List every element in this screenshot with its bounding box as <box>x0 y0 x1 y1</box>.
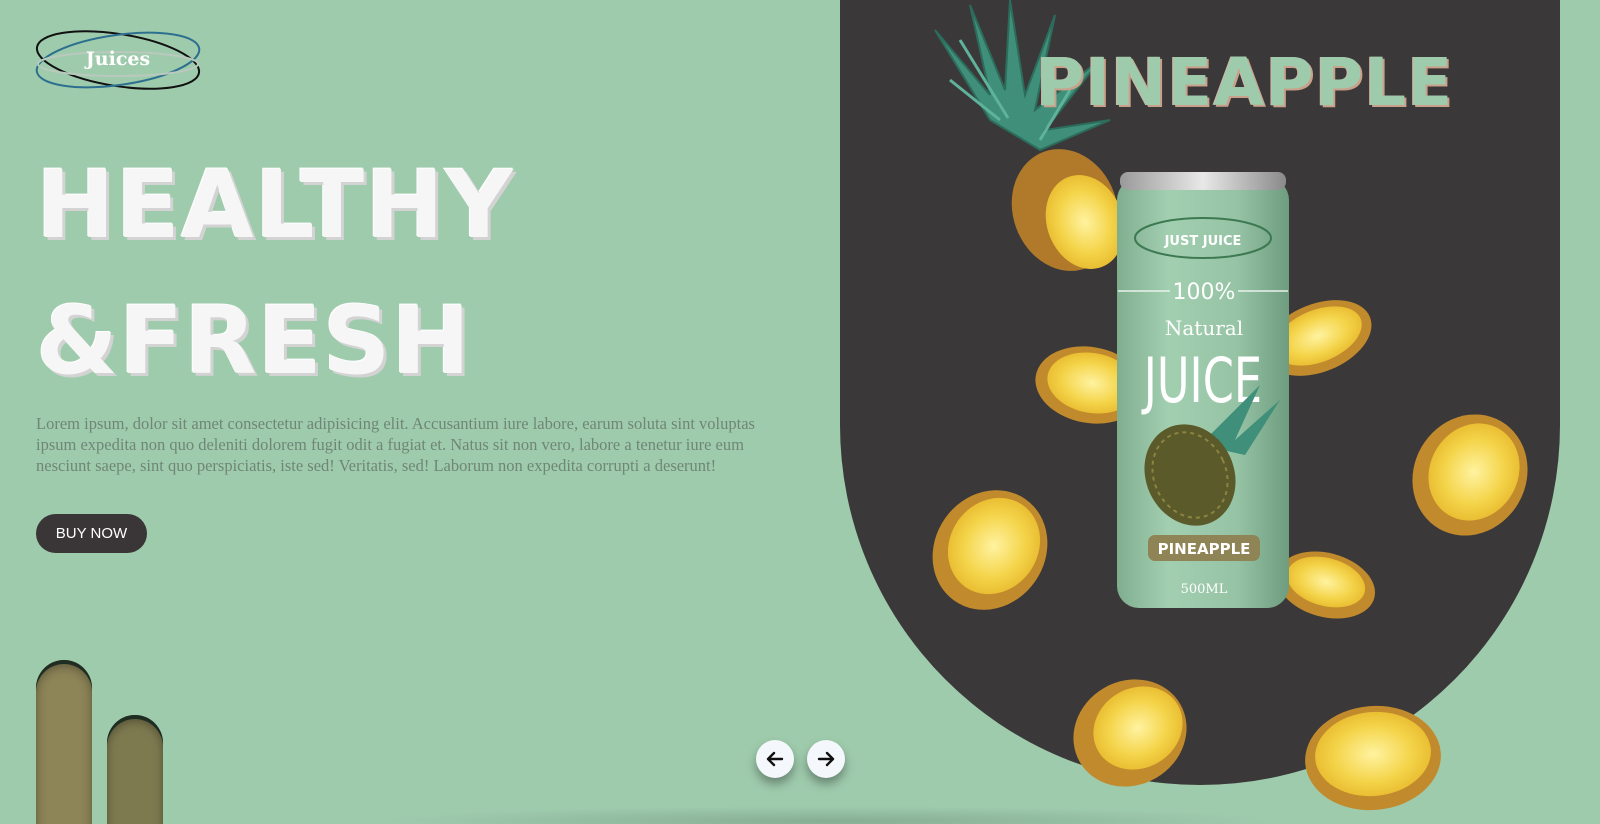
can-volume: 500ML <box>1181 582 1228 597</box>
decor-pillar-2 <box>107 715 163 824</box>
logo[interactable]: Juices <box>34 26 204 98</box>
buy-now-button[interactable]: BUY NOW <box>36 514 147 553</box>
headline-line-1: HEALTHY <box>36 151 514 260</box>
prev-button[interactable] <box>756 740 794 778</box>
page: Juices HEALTHY &FRESH Lorem ipsum, dolor… <box>0 0 1600 824</box>
pineapple-slice-icon <box>1412 414 1528 536</box>
hero-description: Lorem ipsum, dolor sit amet consectetur … <box>36 414 755 475</box>
can-brand: JUST JUICE <box>1164 234 1242 249</box>
headline-line-2: &FRESH <box>36 287 472 396</box>
juice-can: JUST JUICE 100% Natural JUICE PINEAPPLE … <box>1117 172 1289 608</box>
pineapple-whole-icon <box>934 0 1125 271</box>
pineapple-slice-icon <box>1073 679 1187 787</box>
can-flavor: PINEAPPLE <box>1158 540 1251 558</box>
next-button[interactable] <box>807 740 845 778</box>
pineapple-slice-icon <box>1305 705 1441 811</box>
floor-shadow <box>380 806 1280 824</box>
decor-pillar-1 <box>36 660 92 824</box>
arrow-left-icon <box>766 751 784 767</box>
product-title: PINEAPPLE <box>1036 44 1454 121</box>
pineapple-slice-icon <box>932 490 1048 610</box>
can-natural: Natural <box>1165 316 1243 340</box>
arrow-right-icon <box>817 751 835 767</box>
can-percent: 100% <box>1173 280 1236 305</box>
product-scene: JUST JUICE 100% Natural JUICE PINEAPPLE … <box>932 0 1528 811</box>
logo-text: Juices <box>85 48 151 70</box>
hero-headline: HEALTHY &FRESH <box>36 138 514 410</box>
